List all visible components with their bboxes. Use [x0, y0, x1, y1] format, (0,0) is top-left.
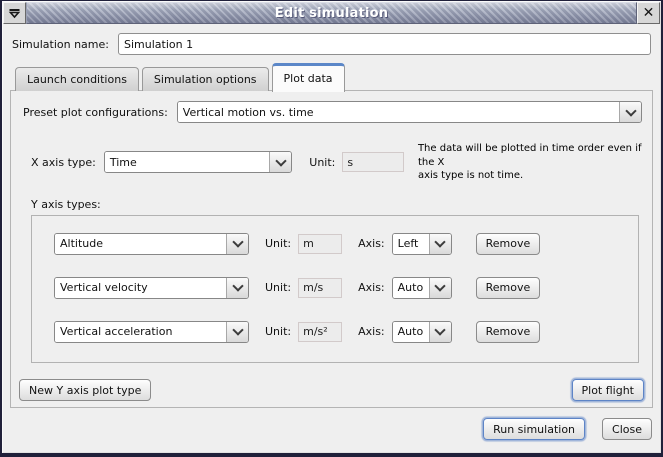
y-axis-type-value: Altitude: [55, 234, 226, 254]
preset-config-row: Preset plot configurations: Vertical mot…: [23, 101, 642, 123]
y-axis-row: Vertical acceleration Unit: m/s² Axis: A…: [54, 321, 638, 343]
x-axis-row: X axis type: Time Unit: s The data will …: [31, 142, 644, 183]
y-axis-side-combo-arrow[interactable]: [429, 234, 451, 254]
y-axis-type-value: Vertical velocity: [55, 278, 226, 298]
chevron-down-icon: [232, 236, 243, 247]
chevron-down-icon: [434, 236, 445, 247]
x-axis-note-line2: axis type is not time.: [418, 169, 644, 183]
simulation-name-label: Simulation name:: [12, 38, 109, 51]
y-axis-side-label: Axis:: [358, 237, 385, 250]
tab-launch-conditions[interactable]: Launch conditions: [15, 67, 139, 91]
close-icon: ✕: [643, 6, 655, 20]
run-simulation-button[interactable]: Run simulation: [483, 418, 585, 440]
plot-flight-button[interactable]: Plot flight: [572, 379, 644, 401]
y-axis-side-combo[interactable]: Auto: [392, 277, 452, 299]
simulation-name-input[interactable]: [118, 33, 651, 55]
chevron-down-icon: [625, 105, 636, 116]
x-axis-type-combo-arrow[interactable]: [269, 152, 291, 172]
chevron-down-icon: [232, 280, 243, 291]
x-axis-type-label: X axis type:: [31, 156, 96, 169]
y-axis-side-value: Auto: [393, 322, 429, 342]
y-axis-unit-field: m: [298, 234, 342, 254]
x-axis-unit-field: s: [342, 152, 404, 172]
chevron-down-icon: [434, 324, 445, 335]
titlebar: Edit simulation ✕: [3, 2, 660, 24]
y-axis-type-value: Vertical acceleration: [55, 322, 226, 342]
y-axis-unit-label: Unit:: [265, 237, 291, 250]
remove-y-axis-button[interactable]: Remove: [476, 277, 541, 299]
window-menu-icon: [8, 8, 21, 19]
y-axis-types-label: Y axis types:: [31, 198, 644, 211]
y-axis-side-value: Auto: [393, 278, 429, 298]
y-axis-side-label: Axis:: [358, 325, 385, 338]
edit-simulation-dialog: Edit simulation ✕ Simulation name: Launc…: [0, 0, 663, 457]
window-title: Edit simulation: [275, 6, 388, 21]
remove-y-axis-button[interactable]: Remove: [476, 233, 541, 255]
preset-config-combo-arrow[interactable]: [619, 102, 641, 122]
dialog-footer: Run simulation Close: [10, 418, 652, 440]
y-axis-type-combo-arrow[interactable]: [226, 278, 248, 298]
window-close-button[interactable]: ✕: [637, 2, 660, 24]
y-axis-side-combo[interactable]: Left: [392, 233, 452, 255]
x-axis-note-line1: The data will be plotted in time order e…: [418, 142, 644, 169]
preset-config-value: Vertical motion vs. time: [178, 102, 619, 122]
y-axis-type-combo-arrow[interactable]: [226, 322, 248, 342]
y-axis-side-combo-arrow[interactable]: [429, 278, 451, 298]
y-axis-row: Vertical velocity Unit: m/s Axis: Auto: [54, 277, 638, 299]
y-axis-row: Altitude Unit: m Axis: Left Remov: [54, 233, 638, 255]
titlebar-drag-area[interactable]: Edit simulation: [26, 2, 637, 24]
y-axis-unit-field: m/s: [298, 278, 342, 298]
simulation-name-row: Simulation name:: [12, 33, 651, 55]
preset-config-combo[interactable]: Vertical motion vs. time: [177, 101, 642, 123]
y-axis-type-combo[interactable]: Vertical acceleration: [54, 321, 249, 343]
chevron-down-icon: [232, 324, 243, 335]
x-axis-type-combo[interactable]: Time: [104, 151, 292, 173]
x-axis-note: The data will be plotted in time order e…: [418, 142, 644, 183]
window-menu-button[interactable]: [3, 2, 26, 24]
y-axis-type-combo[interactable]: Vertical velocity: [54, 277, 249, 299]
dialog-content: Simulation name: Launch conditions Simul…: [2, 24, 661, 440]
panel-bottom-row: New Y axis plot type Plot flight: [19, 379, 644, 402]
y-axis-side-combo[interactable]: Auto: [392, 321, 452, 343]
y-axis-unit-label: Unit:: [265, 325, 291, 338]
y-axis-side-label: Axis:: [358, 281, 385, 294]
preset-config-label: Preset plot configurations:: [23, 106, 168, 119]
y-axis-side-combo-arrow[interactable]: [429, 322, 451, 342]
y-axis-unit-label: Unit:: [265, 281, 291, 294]
y-axis-side-value: Left: [393, 234, 429, 254]
tab-bar: Launch conditions Simulation options Plo…: [15, 63, 653, 91]
tab-plot-data[interactable]: Plot data: [272, 63, 345, 92]
chevron-down-icon: [275, 155, 286, 166]
remove-y-axis-button[interactable]: Remove: [476, 321, 541, 343]
close-button[interactable]: Close: [602, 418, 652, 440]
y-axis-type-combo-arrow[interactable]: [226, 234, 248, 254]
new-y-axis-plot-type-button[interactable]: New Y axis plot type: [19, 379, 151, 401]
y-axis-type-combo[interactable]: Altitude: [54, 233, 249, 255]
chevron-down-icon: [434, 280, 445, 291]
plot-data-panel: Preset plot configurations: Vertical mot…: [10, 90, 653, 408]
y-axis-unit-field: m/s²: [298, 322, 342, 342]
x-axis-type-value: Time: [105, 152, 269, 172]
y-axis-types-group: Altitude Unit: m Axis: Left Remov: [31, 215, 639, 363]
x-axis-unit-label: Unit:: [309, 156, 335, 169]
tab-simulation-options[interactable]: Simulation options: [142, 67, 269, 91]
